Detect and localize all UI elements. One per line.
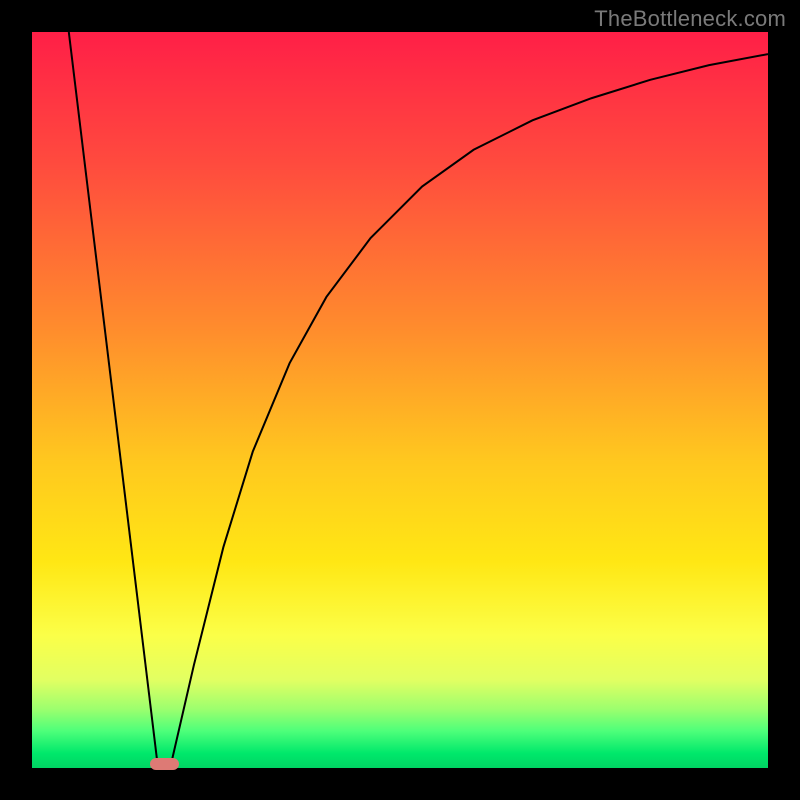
- curves-svg: [32, 32, 768, 768]
- plot-area: [32, 32, 768, 768]
- valley-marker: [150, 758, 179, 770]
- right-curve-path: [172, 54, 768, 761]
- left-line-path: [69, 32, 157, 761]
- watermark-text: TheBottleneck.com: [594, 6, 786, 32]
- chart-frame: TheBottleneck.com: [0, 0, 800, 800]
